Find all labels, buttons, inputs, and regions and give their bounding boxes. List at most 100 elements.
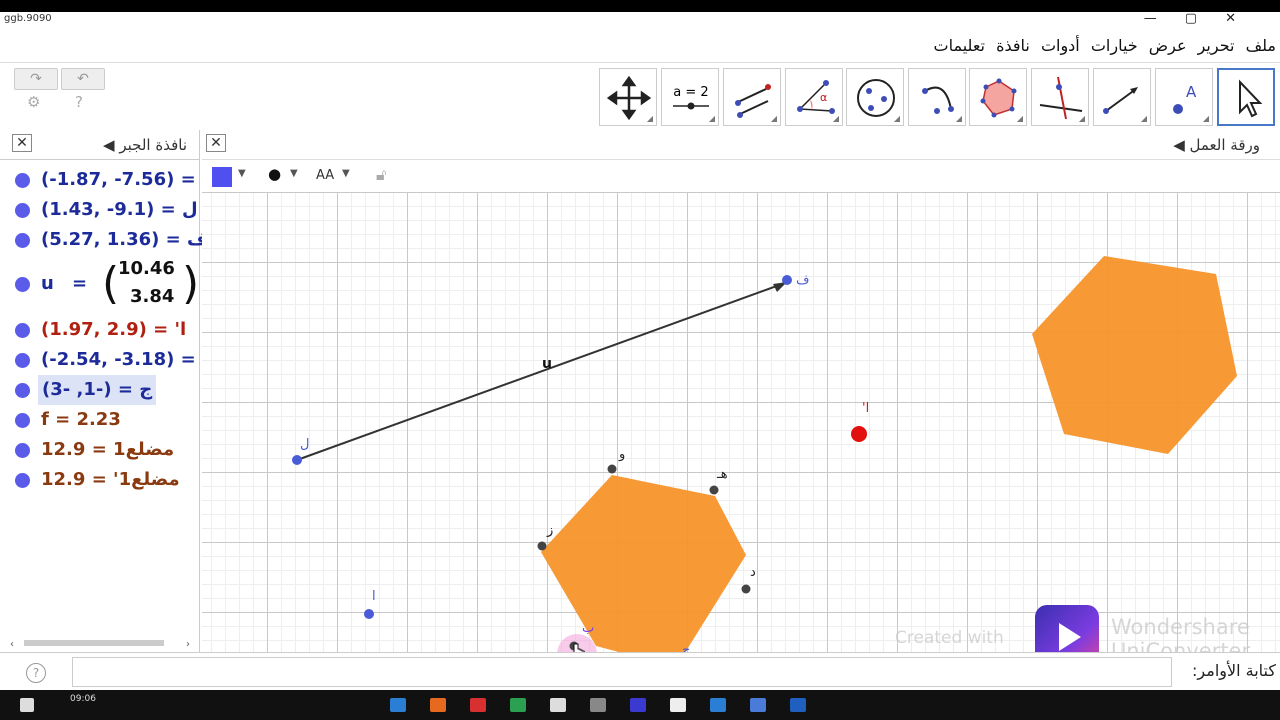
- move-graphics-view-tool[interactable]: ◢: [599, 68, 657, 126]
- taskbar-app-icon[interactable]: [790, 698, 806, 712]
- taskbar-app-icon[interactable]: [750, 698, 766, 712]
- color-swatch[interactable]: [212, 167, 232, 187]
- algebra-scrollbar[interactable]: ‹ ›: [10, 636, 195, 650]
- menu-file[interactable]: ملف: [1246, 36, 1276, 55]
- dropdown-arrow-icon[interactable]: ◀: [1173, 136, 1185, 154]
- menu-options[interactable]: خيارات: [1091, 36, 1138, 55]
- algebra-view: ✕ نافذة الجبر ◀ (-1.87, -7.56) = (1.43, …: [0, 130, 208, 652]
- undo-button[interactable]: ↶: [61, 68, 105, 90]
- point-A-prime-label: 'ا: [862, 401, 869, 416]
- chevron-down-icon[interactable]: ▼: [238, 168, 246, 179]
- visibility-dot-icon[interactable]: [15, 173, 30, 188]
- point-L[interactable]: [292, 455, 302, 465]
- algebra-close-button[interactable]: ✕: [12, 134, 32, 152]
- reflect-tool[interactable]: ◢: [723, 68, 781, 126]
- line-tool[interactable]: ◢: [1093, 68, 1151, 126]
- redo-button[interactable]: ↷: [14, 68, 58, 90]
- menu-bar: ملف تحرير عرض خيارات أدوات نافذة تعليمات: [0, 32, 1280, 60]
- visibility-dot-icon[interactable]: [15, 323, 30, 338]
- point-style-button[interactable]: ●: [268, 165, 281, 183]
- watermark-brand: Wondershare: [1111, 615, 1250, 639]
- taskbar-app-icon[interactable]: [550, 698, 566, 712]
- algebra-row-selected[interactable]: ج = (-1, -3): [0, 375, 199, 405]
- algebra-row[interactable]: (1.97, 2.9) = 'ا: [0, 315, 199, 345]
- graphics-view: ✕ ورقة العمل ◀ ▼ ● ▼ AA ▼ 🔓︎ u ل ف ا 'ا …: [202, 130, 1280, 678]
- point-A[interactable]: [364, 609, 374, 619]
- angle-tool[interactable]: α ◢: [785, 68, 843, 126]
- point-tool[interactable]: A ◢: [1155, 68, 1213, 126]
- algebra-list: (-1.87, -7.56) = (1.43, -9.1) = ل (5.27,…: [0, 160, 208, 495]
- undo-icon: ↶: [77, 71, 89, 87]
- algebra-row[interactable]: مضلع1' = 12.9: [0, 465, 199, 495]
- taskbar-app-icon[interactable]: [630, 698, 646, 712]
- graphics-close-button[interactable]: ✕: [206, 134, 226, 152]
- menu-edit[interactable]: تحرير: [1198, 36, 1235, 55]
- graphics-header: ✕ ورقة العمل ◀: [202, 130, 1280, 160]
- algebra-row[interactable]: (5.27, 1.36) = ف: [0, 225, 208, 255]
- vector-u[interactable]: [296, 282, 786, 461]
- taskbar-app-icon[interactable]: [590, 698, 606, 712]
- lock-icon[interactable]: 🔓︎: [376, 165, 386, 185]
- point-L-label: ل: [300, 437, 309, 452]
- vertex-H[interactable]: [709, 485, 719, 495]
- circle-tool[interactable]: ◢: [846, 68, 904, 126]
- menu-window[interactable]: نافذة: [996, 36, 1030, 55]
- vertex-W[interactable]: [607, 464, 617, 474]
- visibility-dot-icon[interactable]: [15, 203, 30, 218]
- algebra-header: ✕ نافذة الجبر ◀: [0, 130, 199, 160]
- chevron-down-icon[interactable]: ▼: [290, 168, 298, 179]
- vertex-J-label: ج: [682, 643, 691, 652]
- windows-icon[interactable]: [20, 698, 34, 712]
- help-icon[interactable]: ?: [26, 663, 46, 683]
- point-F[interactable]: [782, 275, 792, 285]
- move-tool[interactable]: [1217, 68, 1275, 126]
- os-taskbar: 09:06: [0, 690, 1280, 720]
- window-controls[interactable]: —▢✕: [1144, 11, 1264, 26]
- algebra-row[interactable]: (1.43, -9.1) = ل: [0, 195, 199, 225]
- visibility-dot-icon[interactable]: [15, 443, 30, 458]
- visibility-dot-icon[interactable]: [15, 383, 30, 398]
- visibility-dot-icon[interactable]: [15, 277, 30, 292]
- slider-tool[interactable]: a = 2 ◢: [661, 68, 719, 126]
- close-button[interactable]: ✕: [1225, 11, 1264, 26]
- taskbar-app-icon[interactable]: [510, 698, 526, 712]
- hexagon-polygon[interactable]: [541, 475, 746, 667]
- algebra-row[interactable]: (-1.87, -7.56) =: [0, 165, 199, 195]
- vertex-Z[interactable]: [537, 541, 547, 551]
- svg-text:α: α: [820, 91, 827, 104]
- visibility-dot-icon[interactable]: [15, 353, 30, 368]
- algebra-row-vector[interactable]: u = ( 10.46 3.84 ): [0, 255, 199, 315]
- command-input[interactable]: [72, 657, 1172, 687]
- visibility-dot-icon[interactable]: [15, 413, 30, 428]
- maximize-button[interactable]: ▢: [1185, 11, 1225, 26]
- close-icon: ✕: [210, 135, 222, 151]
- taskbar-app-icon[interactable]: [390, 698, 406, 712]
- taskbar-app-icon[interactable]: [710, 698, 726, 712]
- menu-help[interactable]: تعليمات: [934, 36, 985, 55]
- polygon-tool[interactable]: ◢: [969, 68, 1027, 126]
- graphics-canvas[interactable]: u ل ف ا 'ا و هـ ز د ب ج: [202, 192, 1280, 678]
- redo-icon: ↷: [30, 71, 42, 87]
- hexagon-polygon-image[interactable]: [1032, 256, 1237, 454]
- help-icon[interactable]: ?: [75, 93, 83, 111]
- vertex-D[interactable]: [741, 584, 751, 594]
- algebra-row[interactable]: مضلع1 = 12.9: [0, 435, 199, 465]
- text-size-button[interactable]: AA: [316, 168, 334, 183]
- menu-view[interactable]: عرض: [1149, 36, 1187, 55]
- perpendicular-line-tool[interactable]: ◢: [1031, 68, 1089, 126]
- minimize-button[interactable]: —: [1144, 11, 1185, 26]
- point-F-label: ف: [796, 273, 809, 288]
- taskbar-app-icon[interactable]: [470, 698, 486, 712]
- taskbar-app-icon[interactable]: [430, 698, 446, 712]
- chevron-down-icon[interactable]: ▼: [342, 168, 350, 179]
- collapse-arrow-icon[interactable]: ◀: [103, 136, 115, 154]
- gear-icon[interactable]: ⚙: [27, 93, 40, 111]
- algebra-row[interactable]: (-2.54, -3.18) =: [0, 345, 199, 375]
- visibility-dot-icon[interactable]: [15, 233, 30, 248]
- visibility-dot-icon[interactable]: [15, 473, 30, 488]
- point-A-prime[interactable]: [851, 426, 867, 442]
- taskbar-app-icon[interactable]: [670, 698, 686, 712]
- arc-tool[interactable]: ◢: [908, 68, 966, 126]
- algebra-row[interactable]: f = 2.23: [0, 405, 199, 435]
- menu-tools[interactable]: أدوات: [1041, 36, 1080, 55]
